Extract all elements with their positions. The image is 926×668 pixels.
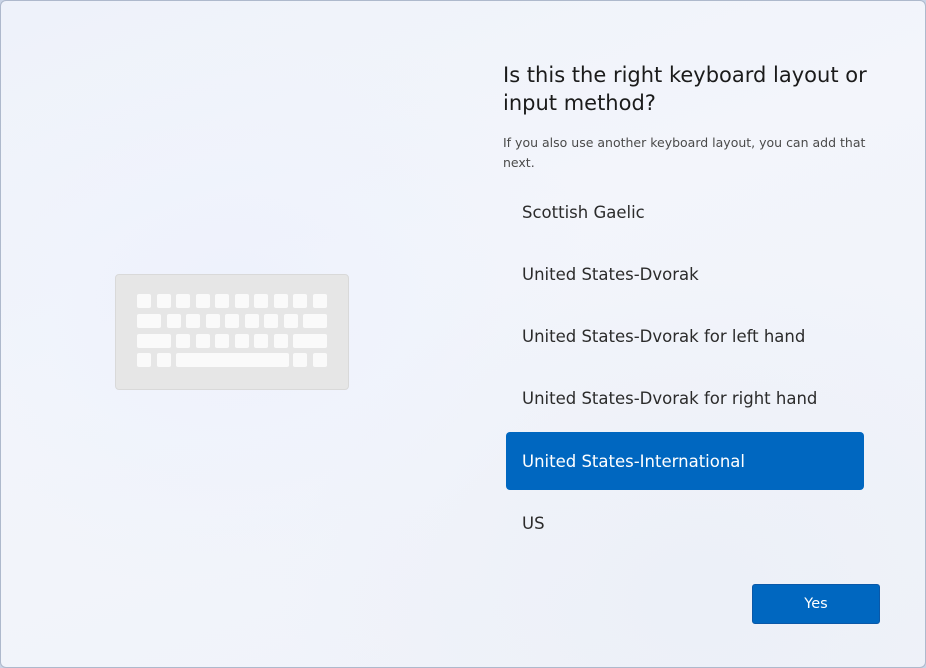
yes-button[interactable]: Yes — [752, 584, 880, 624]
layout-item-us[interactable]: US — [506, 494, 864, 552]
keyboard-layout-list[interactable]: Scottish Gaelic United States-Dvorak Uni… — [506, 183, 864, 557]
layout-item-label: US — [522, 513, 545, 533]
layout-item-label: United States-International — [522, 451, 745, 471]
page-title: Is this the right keyboard layout or inp… — [503, 63, 867, 115]
layout-item-us-international[interactable]: United States-International — [506, 432, 864, 491]
layout-item-us-dvorak[interactable]: United States-Dvorak — [506, 245, 864, 303]
layout-item-scottish-gaelic[interactable]: Scottish Gaelic — [506, 183, 864, 241]
keyboard-icon — [115, 274, 349, 390]
layout-item-label: United States-Dvorak for left hand — [522, 327, 806, 347]
oobe-window: Is this the right keyboard layout or inp… — [0, 0, 926, 668]
layout-item-label: United States-Dvorak for right hand — [522, 389, 818, 409]
layout-item-us-dvorak-right-hand[interactable]: United States-Dvorak for right hand — [506, 370, 864, 428]
layout-item-label: United States-Dvorak — [522, 264, 699, 284]
layout-item-us-dvorak-left-hand[interactable]: United States-Dvorak for left hand — [506, 308, 864, 366]
layout-item-label: Scottish Gaelic — [522, 202, 645, 222]
page-subtitle: If you also use another keyboard layout,… — [503, 135, 866, 170]
